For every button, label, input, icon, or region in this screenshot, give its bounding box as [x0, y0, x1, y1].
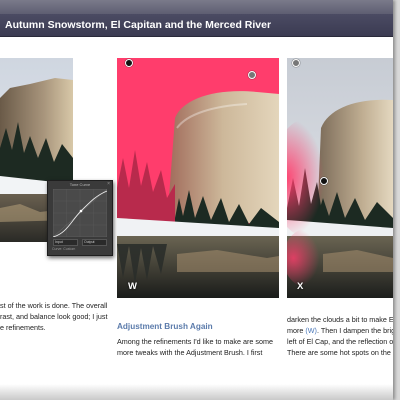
text-line: e refinements. — [0, 323, 46, 332]
text-line: rast, and balance look good; I just — [0, 312, 108, 321]
book-page: Autumn Snowstorm, El Capitan and the Mer… — [0, 0, 393, 400]
text-line: more (W). Then I dampen the brigh — [287, 325, 393, 336]
photo-label-w: W — [128, 281, 137, 292]
text-line: There are some hot spots on the roc — [287, 348, 393, 357]
page-bottom-edge — [0, 384, 393, 400]
photo-label-x: X — [297, 281, 304, 292]
brush-pin-active[interactable] — [125, 59, 133, 67]
right-column-text: darken the clouds a bit to make El C mor… — [287, 314, 393, 358]
brush-pin[interactable] — [248, 71, 256, 79]
middle-column-text: Among the refinements I'd like to make a… — [117, 336, 273, 358]
brush-pin[interactable] — [292, 59, 300, 67]
text-fragment: more — [287, 326, 306, 335]
brush-pin-active[interactable] — [320, 177, 328, 185]
photo-middle — [117, 58, 279, 298]
curve-panel-title: Tone Curve — [69, 182, 91, 187]
top-band — [0, 0, 393, 14]
page-title: Autumn Snowstorm, El Capitan and the Mer… — [5, 19, 272, 31]
text-line: more tweaks with the Adjustment Brush. I… — [117, 348, 263, 357]
text-line: st of the work is done. The overall — [0, 301, 108, 310]
figure-reference[interactable]: (W) — [305, 326, 317, 335]
text-line: Among the refinements I'd like to make a… — [117, 337, 273, 346]
tone-curve-panel[interactable]: Tone Curve × Input Output Curve: Custom — [47, 180, 113, 256]
close-icon[interactable]: × — [107, 181, 110, 187]
text-line: darken the clouds a bit to make El C — [287, 315, 393, 324]
curve-input-field[interactable]: Input — [53, 239, 78, 246]
page-header: Autumn Snowstorm, El Capitan and the Mer… — [0, 14, 393, 37]
text-fragment: . Then I dampen the brigh — [316, 326, 393, 335]
curve-output-field[interactable]: Output — [82, 239, 107, 246]
photo-right — [287, 58, 393, 298]
text-line: left of El Cap, and the reflection of t — [287, 337, 393, 346]
section-heading: Adjustment Brush Again — [117, 322, 213, 331]
curve-graph[interactable] — [52, 188, 108, 238]
left-column-text: st of the work is done. The overall rast… — [0, 300, 107, 333]
curve-footer: Curve: Custom — [52, 247, 76, 251]
